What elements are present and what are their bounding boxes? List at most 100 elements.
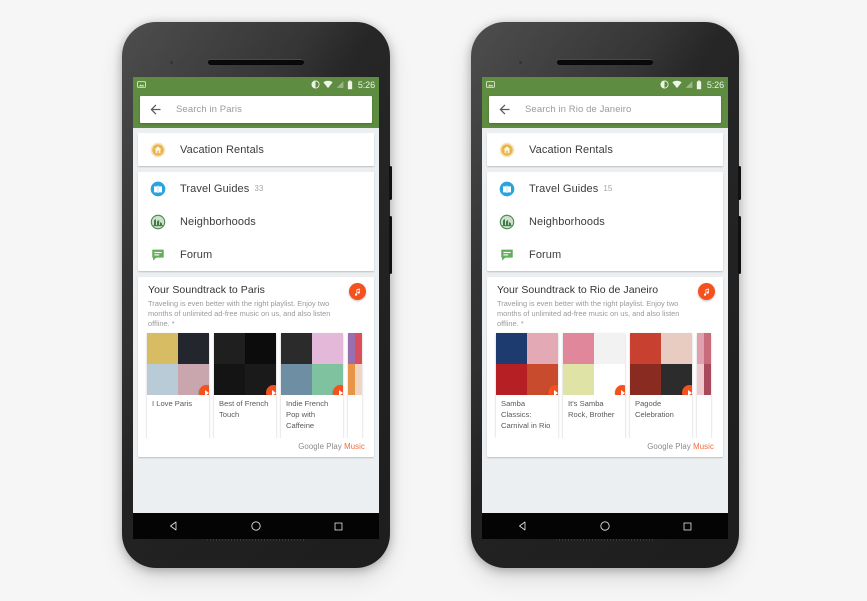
playlist-name: Indie French Pop with Caffeine xyxy=(286,399,329,430)
nav-back-icon[interactable] xyxy=(168,520,180,532)
nav-back-icon[interactable] xyxy=(517,520,529,532)
playlist-tile[interactable]: Best of French Touch xyxy=(214,333,276,438)
search-region: Search in Rio de Janeiro xyxy=(482,92,728,128)
list-item-label: Travel Guides xyxy=(529,182,599,195)
list-item-label: Forum xyxy=(529,248,562,261)
playlist-name: Best of French Touch xyxy=(219,399,269,420)
buildings-icon xyxy=(499,214,515,229)
playlist-tile[interactable]: Indie French Pop with Caffeine xyxy=(281,333,343,438)
list-item-label: Travel Guides xyxy=(180,182,250,195)
house-circle-icon xyxy=(150,142,166,157)
album-art-collage xyxy=(281,333,343,396)
play-button[interactable] xyxy=(199,385,209,396)
content-area: Vacation Rentals Travel Guides 33 Neighb… xyxy=(133,128,379,513)
list-item-travel-guides[interactable]: Travel Guides 33 xyxy=(138,172,374,205)
playlist-carousel[interactable]: I Love Paris Best of French Touch Indie … xyxy=(138,328,374,438)
music-note-badge[interactable] xyxy=(698,283,715,300)
list-item-vacation-rentals[interactable]: Vacation Rentals xyxy=(138,133,374,166)
nav-recents-icon[interactable] xyxy=(333,521,344,532)
playlist-tile[interactable]: Pagode Celebration xyxy=(630,333,692,438)
status-bar-clock: 5:26 xyxy=(357,79,375,90)
play-button[interactable] xyxy=(615,385,625,396)
album-art-collage xyxy=(496,333,558,396)
categories-card: Travel Guides 33 Neighborhoods Forum xyxy=(138,172,374,271)
list-item-count: 15 xyxy=(603,184,613,193)
nav-home-icon[interactable] xyxy=(599,520,611,532)
play-button[interactable] xyxy=(333,385,343,396)
volume-button[interactable] xyxy=(389,216,392,274)
nav-home-icon[interactable] xyxy=(250,520,262,532)
album-art-collage xyxy=(214,333,276,396)
list-item-neighborhoods[interactable]: Neighborhoods xyxy=(138,205,374,238)
list-item-forum[interactable]: Forum xyxy=(487,238,723,271)
playlist-carousel[interactable]: Samba Classics: Carnival in Rio It's Sam… xyxy=(487,328,723,438)
album-art-collage xyxy=(563,333,625,396)
list-item-label: Vacation Rentals xyxy=(180,143,264,156)
earpiece-speaker xyxy=(208,59,304,65)
battery-icon xyxy=(696,80,702,89)
back-arrow-icon[interactable] xyxy=(497,102,512,117)
music-promo-card: Your Soundtrack to Paris Traveling is ev… xyxy=(138,277,374,457)
play-button[interactable] xyxy=(682,385,692,396)
status-bar: 5:26 xyxy=(133,77,379,92)
list-item-count: 33 xyxy=(254,184,264,193)
chat-bubble-icon xyxy=(501,249,513,261)
playlist-tile-partial[interactable] xyxy=(697,333,711,438)
music-note-icon xyxy=(354,288,360,296)
power-button[interactable] xyxy=(389,166,392,200)
list-item-neighborhoods[interactable]: Neighborhoods xyxy=(487,205,723,238)
play-button[interactable] xyxy=(266,385,276,396)
playlist-tile[interactable]: Samba Classics: Carnival in Rio xyxy=(496,333,558,438)
status-bar-right: 5:26 xyxy=(660,80,724,90)
list-item-label: Neighborhoods xyxy=(180,215,256,228)
front-sensor xyxy=(518,60,523,65)
search-region: Search in Paris xyxy=(133,92,379,128)
vacation-rentals-card[interactable]: Vacation Rentals xyxy=(487,133,723,166)
wifi-icon xyxy=(672,80,682,89)
brand-music: Music xyxy=(344,441,365,451)
front-sensor xyxy=(169,60,174,65)
dnd-icon xyxy=(311,80,320,89)
playlist-name: Pagode Celebration xyxy=(635,399,674,420)
playlist-name: Samba Classics: Carnival in Rio xyxy=(501,399,551,430)
status-bar-clock: 5:26 xyxy=(706,79,724,90)
music-card-header: Your Soundtrack to Paris Traveling is ev… xyxy=(138,283,374,328)
phone-screen-rio: 5:26 Search in Rio de Janeiro Vacation R… xyxy=(482,77,728,513)
album-art-collage xyxy=(697,333,711,396)
wifi-icon xyxy=(323,80,333,89)
search-bar[interactable]: Search in Rio de Janeiro xyxy=(489,96,721,123)
earpiece-speaker xyxy=(557,59,653,65)
search-bar[interactable]: Search in Paris xyxy=(140,96,372,123)
buildings-icon xyxy=(150,214,166,229)
power-button[interactable] xyxy=(738,166,741,200)
vacation-rentals-card[interactable]: Vacation Rentals xyxy=(138,133,374,166)
back-arrow-icon[interactable] xyxy=(148,102,163,117)
playlist-tile[interactable]: I Love Paris xyxy=(147,333,209,438)
nav-recents-icon[interactable] xyxy=(682,521,693,532)
playlist-name: I Love Paris xyxy=(152,399,193,409)
play-button[interactable] xyxy=(548,385,558,396)
list-item-forum[interactable]: Forum xyxy=(138,238,374,271)
music-card-title: Your Soundtrack to Paris xyxy=(148,284,265,296)
google-play-music-footer: Google Play Music xyxy=(138,438,374,457)
android-nav-bar xyxy=(482,513,728,539)
list-item-vacation-rentals[interactable]: Vacation Rentals xyxy=(487,133,723,166)
music-note-badge[interactable] xyxy=(349,283,366,300)
album-art-collage xyxy=(348,333,362,396)
playlist-tile[interactable]: It's Samba Rock, Brother xyxy=(563,333,625,438)
brand-google-play: Google Play xyxy=(298,441,342,451)
list-item-label: Neighborhoods xyxy=(529,215,605,228)
signal-icon xyxy=(685,81,693,88)
google-play-music-footer: Google Play Music xyxy=(487,438,723,457)
music-promo-card: Your Soundtrack to Rio de Janeiro Travel… xyxy=(487,277,723,457)
playlist-name xyxy=(697,395,711,428)
search-input[interactable]: Search in Rio de Janeiro xyxy=(525,104,631,115)
playlist-tile-partial[interactable] xyxy=(348,333,362,438)
status-bar: 5:26 xyxy=(482,77,728,92)
list-item-travel-guides[interactable]: Travel Guides 15 xyxy=(487,172,723,205)
dnd-icon xyxy=(660,80,669,89)
volume-button[interactable] xyxy=(738,216,741,274)
music-note-icon xyxy=(703,288,709,296)
music-card-subtitle: Traveling is even better with the right … xyxy=(148,299,331,328)
search-input[interactable]: Search in Paris xyxy=(176,104,242,115)
